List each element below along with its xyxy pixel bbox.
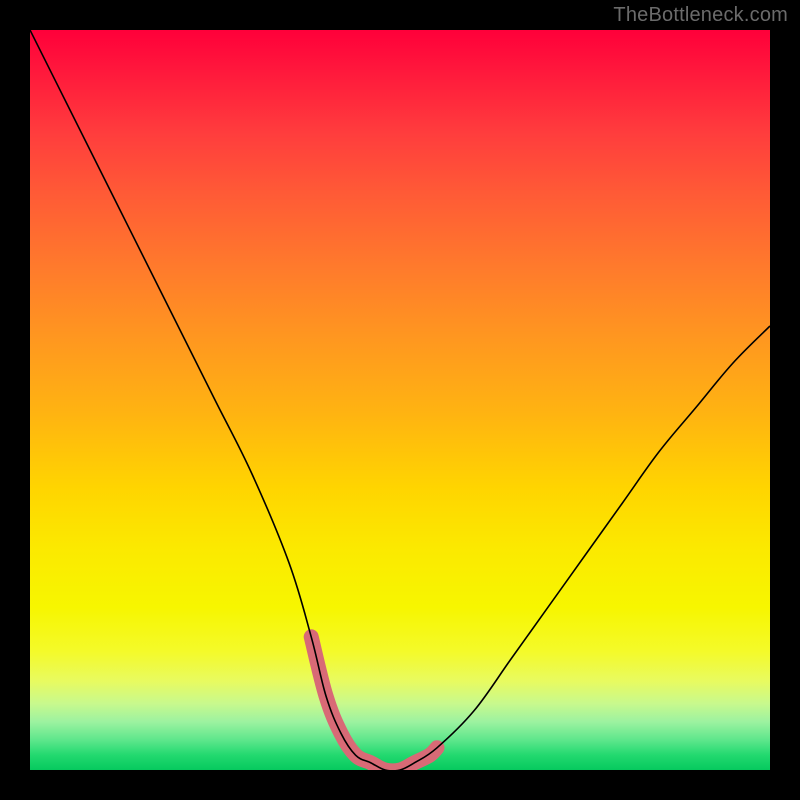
plot-area xyxy=(30,30,770,770)
chart-svg xyxy=(30,30,770,770)
watermark-text: TheBottleneck.com xyxy=(613,4,788,27)
bottleneck-curve-line xyxy=(30,30,770,770)
chart-frame: TheBottleneck.com xyxy=(0,0,800,800)
sweet-spot-highlight xyxy=(311,637,437,770)
